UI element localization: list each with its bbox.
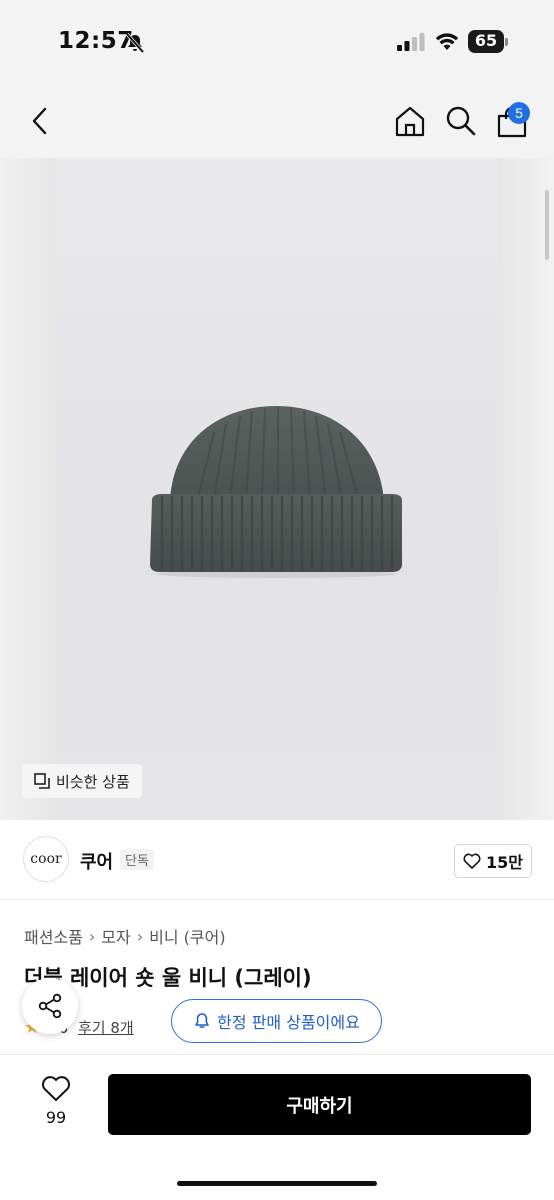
home-indicator [177,1181,377,1186]
limited-sale-label: 한정 판매 상품이에요 [217,1013,360,1032]
bell-icon [195,1013,209,1028]
battery-icon: 65 [468,30,508,53]
limited-sale-badge[interactable]: 한정 판매 상품이에요 [171,999,382,1043]
signal-icon [397,33,425,51]
similar-products-label: 비슷한 상품 [56,772,130,791]
bottom-action-bar: 99 구매하기 [0,1054,554,1200]
breadcrumb-item[interactable]: 모자 [101,924,130,948]
status-bar: 12:57 65 [0,0,554,84]
wifi-icon [435,33,459,50]
heart-icon [463,853,481,869]
exclusive-badge: 단독 [120,849,154,870]
copy-icon [34,773,50,789]
brand-like-count: 15만 [486,853,523,872]
heart-icon [42,1076,70,1101]
chevron-right-icon: › [88,926,96,946]
breadcrumb-item[interactable]: 비니 (쿠어) [149,924,225,948]
scrollbar[interactable] [545,190,549,260]
search-icon[interactable] [444,104,478,138]
brand-logo[interactable]: coor [23,836,69,882]
brand-like-button[interactable]: 15만 [454,844,532,878]
brand-name[interactable]: 쿠어 [80,848,113,874]
breadcrumb-item[interactable]: 패션소품 [24,924,83,948]
share-button[interactable] [22,978,78,1034]
buy-button[interactable]: 구매하기 [108,1074,531,1135]
battery-level: 65 [474,31,498,50]
wishlist-button[interactable]: 99 [28,1075,84,1127]
hero-left-edge [0,158,56,820]
status-time: 12:57 [58,28,134,54]
brand-row[interactable]: coor 쿠어 단독 15만 [0,820,554,900]
similar-products-button[interactable]: 비슷한 상품 [22,764,142,798]
breadcrumb: 패션소품 › 모자 › 비니 (쿠어) [24,924,226,948]
home-icon[interactable] [393,104,427,138]
wishlist-count: 99 [45,1108,67,1127]
share-icon [38,993,62,1019]
bell-slash-icon [125,32,145,54]
chevron-right-icon: › [136,926,144,946]
reviews-link[interactable]: 후기 8개 [78,1017,134,1038]
chevron-left-icon[interactable] [28,106,52,136]
cart-badge: 5 [508,102,530,124]
beanie-image [150,406,402,578]
